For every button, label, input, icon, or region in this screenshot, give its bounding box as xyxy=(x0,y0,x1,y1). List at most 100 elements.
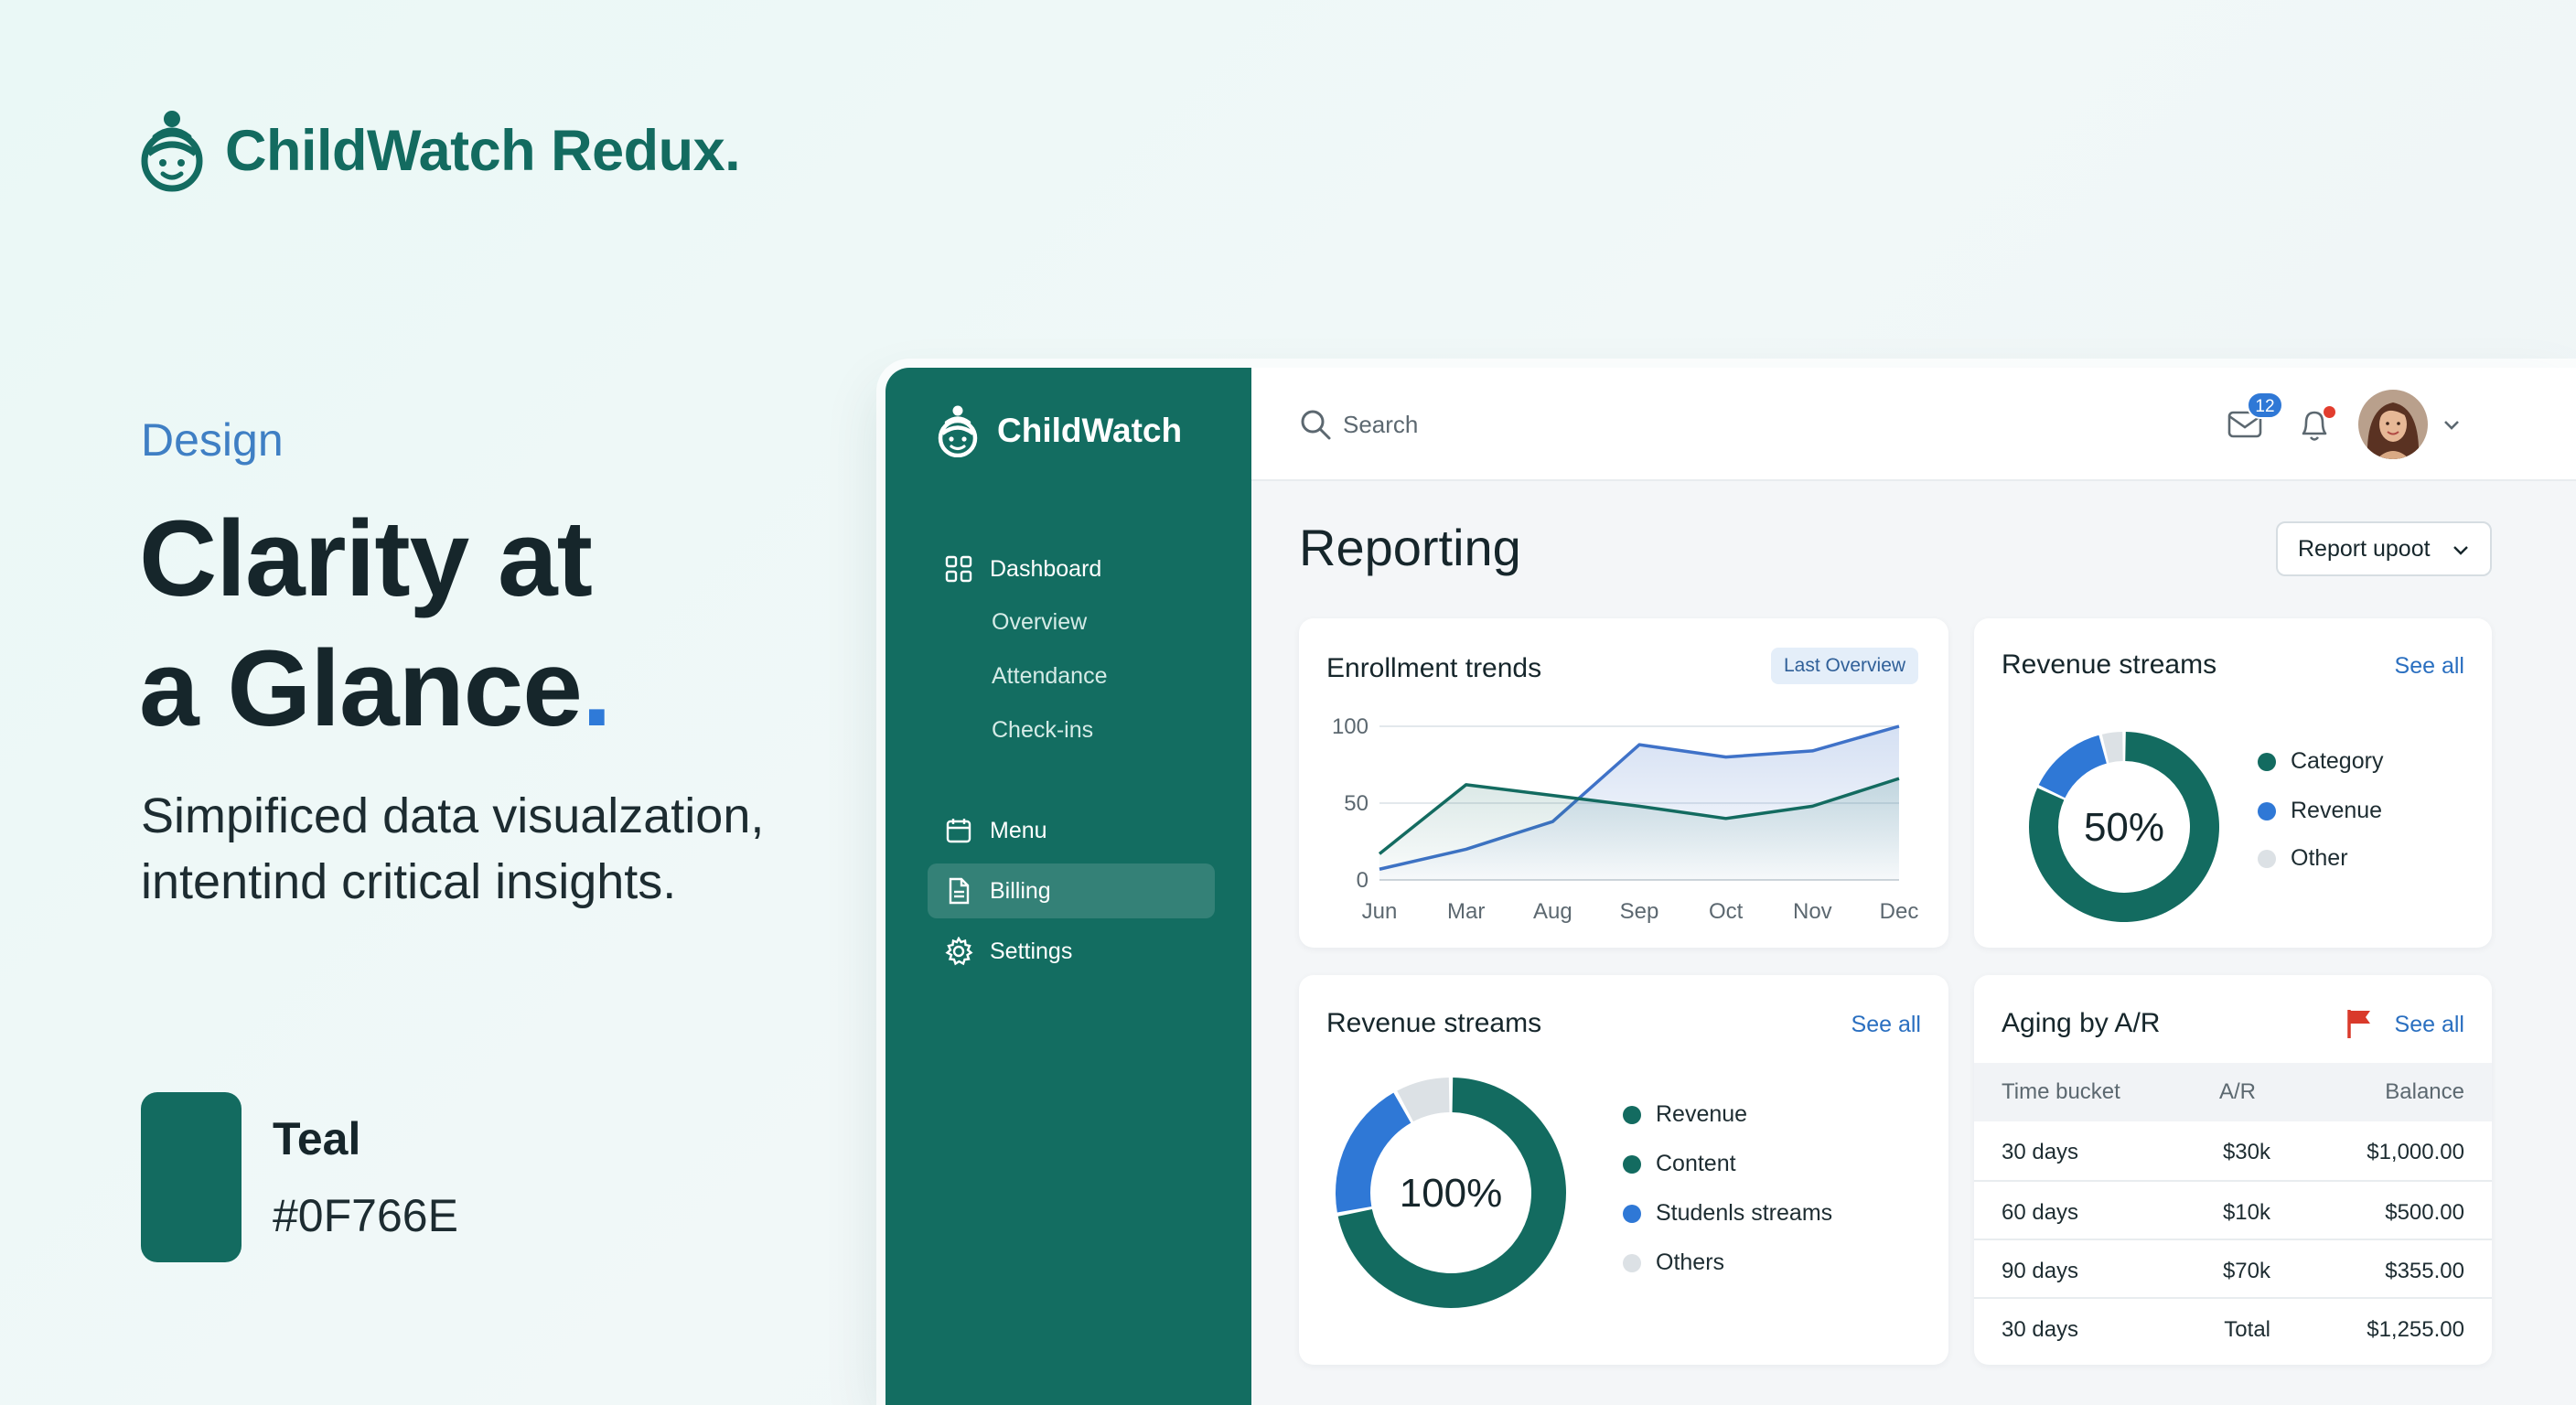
y-tick-label: 0 xyxy=(1357,868,1368,893)
x-tick-label: Sep xyxy=(1620,899,1659,924)
notification-dot xyxy=(2324,406,2335,418)
x-tick-label: Aug xyxy=(1533,899,1572,924)
legend-label: Studenls streams xyxy=(1656,1200,1833,1226)
see-all-link[interactable]: See all xyxy=(2395,1012,2464,1038)
column-header-time-bucket[interactable]: Time bucket xyxy=(2002,1079,2120,1105)
cell-time-bucket: 90 days xyxy=(2002,1259,2079,1283)
headline: Clarity at a Glance. xyxy=(139,494,612,754)
revenue-streams-card-bottom: Revenue streams See all 100% Revenue Con… xyxy=(1299,975,1948,1365)
aging-ar-card: Aging by A/R See all Time bucket A/R Bal… xyxy=(1974,975,2492,1365)
gear-icon xyxy=(945,937,973,966)
y-tick-label: 50 xyxy=(1344,791,1368,816)
sidebar: ChildWatch Dashboard Overview Attendance… xyxy=(886,368,1251,1405)
subline-line-1: Simpificed data visualzation, xyxy=(141,788,765,843)
donut-slice xyxy=(2038,735,2107,799)
x-tick-label: Nov xyxy=(1793,899,1832,924)
legend-item-revenue: Revenue xyxy=(1623,1101,1747,1128)
table-header: Time bucket A/R Balance xyxy=(1974,1063,2492,1121)
headline-line-2-text: a Glance xyxy=(139,628,583,749)
sidebar-subitem-overview[interactable]: Overview xyxy=(992,609,1087,636)
legend-label: Category xyxy=(2291,748,2384,774)
legend-label: Other xyxy=(2291,845,2348,871)
legend-dot xyxy=(1623,1204,1641,1223)
baby-face-icon xyxy=(141,111,203,192)
report-button-label: Report upoot xyxy=(2298,535,2431,562)
avatar-portrait xyxy=(2358,390,2428,459)
cell-balance: $1,000.00 xyxy=(2367,1140,2464,1164)
legend-item-category: Category xyxy=(2258,748,2383,775)
card-title: Aging by A/R xyxy=(2002,1008,2161,1038)
sidebar-item-settings[interactable]: Settings xyxy=(928,924,1215,979)
legend-item-others: Others xyxy=(1623,1249,1724,1276)
revenue-streams-card-top: Revenue streams See all 50% Category Rev… xyxy=(1974,618,2492,948)
donut-center-label: 100% xyxy=(1400,1171,1503,1216)
avatar[interactable] xyxy=(2358,390,2428,459)
cell-time-bucket: 30 days xyxy=(2002,1317,2079,1342)
legend-dot xyxy=(2258,801,2276,820)
sidebar-subitem-check-ins[interactable]: Check-ins xyxy=(992,717,1093,744)
legend-label: Others xyxy=(1656,1249,1725,1275)
revenue-donut-chart: 50% xyxy=(2029,732,2219,922)
eyebrow: Design xyxy=(141,414,284,466)
table-row[interactable]: 60 days $10k $500.00 xyxy=(1974,1180,2492,1239)
topbar: 12 xyxy=(1251,368,2576,481)
search-icon xyxy=(1301,410,1331,440)
x-tick-label: Jun xyxy=(1362,899,1398,924)
revenue-donut-chart: 100% xyxy=(1336,1078,1566,1308)
donut-center-label: 50% xyxy=(2084,805,2164,850)
cell-ar: Total xyxy=(2224,1317,2270,1342)
card-title: Revenue streams xyxy=(1326,1008,1542,1038)
chevron-down-icon xyxy=(2453,546,2468,555)
cell-balance: $500.00 xyxy=(2385,1200,2464,1225)
headline-dot: . xyxy=(581,628,612,749)
legend-label: Revenue xyxy=(1656,1101,1748,1127)
cell-ar: $10k xyxy=(2222,1200,2270,1225)
cell-balance: $1,255.00 xyxy=(2367,1317,2464,1342)
sidebar-brand[interactable]: ChildWatch xyxy=(935,404,1182,457)
brand-name: ChildWatch Redux. xyxy=(225,119,741,183)
see-all-link[interactable]: See all xyxy=(1852,1012,1921,1038)
sidebar-item-billing[interactable]: Billing xyxy=(928,863,1215,918)
table-row[interactable]: 90 days $70k $355.00 xyxy=(1974,1239,2492,1297)
enrollment-trends-card: Enrollment trends Last Overview 0 50 100 Ju… xyxy=(1299,618,1948,948)
flag-icon[interactable] xyxy=(2345,1008,2373,1039)
legend-item-student-streams: Studenls streams xyxy=(1623,1200,1832,1227)
table-row[interactable]: 30 days Total $1,255.00 xyxy=(1974,1297,2492,1356)
cell-ar: $30k xyxy=(2222,1140,2270,1164)
mail-count-badge: 12 xyxy=(2247,391,2283,419)
sidebar-item-label: Settings xyxy=(990,938,1073,964)
cell-balance: $355.00 xyxy=(2385,1259,2464,1283)
sidebar-subitem-attendance[interactable]: Attendance xyxy=(992,663,1108,690)
enrollment-line-chart: 0 50 100 Jun Mar Aug Sep Oct Nov Dec xyxy=(1332,714,1919,924)
column-header-ar[interactable]: A/R xyxy=(2219,1079,2256,1105)
legend-dot xyxy=(2258,752,2276,771)
grid-icon xyxy=(945,555,972,583)
table-row[interactable]: 30 days $30k $1,000.00 xyxy=(1974,1121,2492,1180)
column-header-balance[interactable]: Balance xyxy=(2385,1079,2464,1105)
sidebar-item-menu[interactable]: Menu xyxy=(928,803,1215,858)
baby-face-icon xyxy=(938,405,978,457)
swatch-hex: #0F766E xyxy=(273,1190,458,1241)
sidebar-brand-name: ChildWatch xyxy=(997,412,1183,449)
x-tick-label: Dec xyxy=(1880,899,1919,924)
legend-dot xyxy=(1623,1105,1641,1124)
report-dropdown-button[interactable]: Report upoot xyxy=(2276,521,2492,576)
subline: Simpificed data visualzation, intentind … xyxy=(141,783,764,915)
app-window: ChildWatch Dashboard Overview Attendance… xyxy=(886,368,2576,1405)
page-title: Reporting xyxy=(1299,519,1521,576)
search-input[interactable] xyxy=(1343,404,1892,445)
sidebar-item-label: Menu xyxy=(990,817,1047,843)
cell-ar: $70k xyxy=(2222,1259,2270,1283)
headline-line-1: Clarity at xyxy=(139,499,593,619)
x-tick-label: Oct xyxy=(1709,899,1744,924)
chevron-down-icon[interactable] xyxy=(2441,415,2463,434)
see-all-link[interactable]: See all xyxy=(2395,653,2464,680)
x-tick-label: Mar xyxy=(1447,899,1485,924)
swatch-name: Teal xyxy=(273,1113,361,1164)
document-icon xyxy=(949,877,970,905)
cell-time-bucket: 30 days xyxy=(2002,1140,2079,1164)
sidebar-item-dashboard[interactable]: Dashboard xyxy=(928,542,1215,596)
legend-label: Revenue xyxy=(2291,798,2383,823)
legend-item-revenue: Revenue xyxy=(2258,798,2382,824)
legend-dot xyxy=(2258,849,2276,868)
